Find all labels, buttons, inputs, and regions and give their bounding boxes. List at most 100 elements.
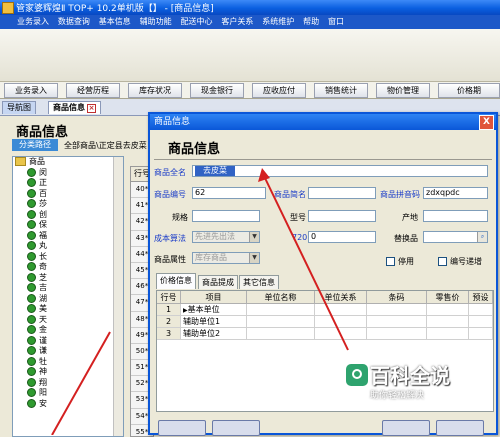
tree-node[interactable]: 芝 <box>13 272 123 284</box>
menu-item-maintenance[interactable]: 系统维护 <box>259 15 297 28</box>
col-header-preset: 预设 <box>469 291 493 304</box>
nav-button-entry[interactable]: 业务录入 <box>4 83 58 98</box>
tab-price-info[interactable]: 价格信息 <box>156 273 196 289</box>
tree-scrollbar[interactable] <box>113 157 123 436</box>
node-icon <box>27 335 36 345</box>
row-retail-price[interactable] <box>427 316 469 328</box>
spec-field[interactable] <box>192 210 260 222</box>
node-icon <box>27 178 36 187</box>
row-barcode[interactable] <box>367 304 427 316</box>
menu-item-basic-info[interactable]: 基本信息 <box>96 15 134 28</box>
nav-button-price-mgmt[interactable]: 物价管理 <box>376 83 430 98</box>
menu-item-help[interactable]: 帮助 <box>300 15 322 28</box>
tree-node[interactable]: 闵 <box>13 167 123 179</box>
menu-item-window[interactable]: 窗口 <box>325 15 347 28</box>
nav-button-stock[interactable]: 库存状况 <box>128 83 182 98</box>
row-preset[interactable] <box>469 328 493 340</box>
category-path-button[interactable]: 分类路径 <box>12 139 58 151</box>
tree-node[interactable]: 谨 <box>13 335 123 347</box>
close-icon[interactable]: X <box>479 115 494 130</box>
menu-item-aux[interactable]: 辅助功能 <box>137 15 175 28</box>
nav-button-price-period[interactable]: 价格期 <box>438 83 500 98</box>
row-item[interactable]: ▶基本单位 <box>181 304 247 316</box>
tree-node[interactable]: 莎 <box>13 199 123 210</box>
tree-node[interactable]: 阳 <box>13 388 123 399</box>
code-field[interactable]: 62 <box>192 187 266 199</box>
tree-root[interactable]: 商品 <box>13 157 123 168</box>
row-retail-price[interactable] <box>427 328 469 340</box>
row-barcode[interactable] <box>367 328 427 340</box>
tab-navigation-map[interactable]: 导航图 <box>2 101 36 114</box>
row-unit-name[interactable] <box>247 304 315 316</box>
row-unit-name[interactable] <box>247 328 315 340</box>
tree-node-label: 芝 <box>39 272 47 282</box>
tree-node-label: 莎 <box>39 199 47 208</box>
node-icon <box>27 346 36 355</box>
row-item[interactable]: 辅助单位2 <box>181 328 247 340</box>
code-lock-checkbox[interactable] <box>438 257 447 266</box>
tree-node[interactable]: 翔 <box>13 377 123 389</box>
nav-button-cash[interactable]: 现金银行 <box>190 83 244 98</box>
tree-node-label: 保 <box>39 220 47 229</box>
pinyin-field[interactable]: zdxqpdc <box>423 187 488 199</box>
col-header-unit-relation: 单位关系 <box>315 291 367 304</box>
tree-root-label: 商品 <box>29 157 45 166</box>
field-720-input[interactable]: 0 <box>308 231 376 243</box>
tree-node[interactable]: 牡 <box>13 356 123 368</box>
dialog-button-4[interactable] <box>436 420 484 436</box>
tree-node-label: 正 <box>39 178 47 187</box>
dialog-button-2[interactable] <box>212 420 260 436</box>
nav-button-ar-ap[interactable]: 应收应付 <box>252 83 306 98</box>
tree-node[interactable]: 创 <box>13 209 123 221</box>
col-header-unit-name: 单位名称 <box>247 291 315 304</box>
tree-node[interactable]: 奇 <box>13 262 123 273</box>
tree-node[interactable]: 谦 <box>13 346 123 357</box>
row-item[interactable]: 辅助单位1 <box>181 316 247 328</box>
nav-button-sales-stats[interactable]: 销售统计 <box>314 83 368 98</box>
tree-node[interactable]: 金 <box>13 325 123 336</box>
row-unit-relation[interactable] <box>315 316 367 328</box>
substitute-field[interactable]: ⌕ <box>423 231 488 243</box>
tree-node[interactable]: 天 <box>13 314 123 326</box>
tab-product-info[interactable]: 商品信息 × <box>48 101 101 114</box>
tree-node[interactable]: 神 <box>13 367 123 378</box>
tree-node[interactable]: 保 <box>13 220 123 231</box>
tab-commission[interactable]: 商品提成 <box>198 275 238 289</box>
menu-item-distribution[interactable]: 配送中心 <box>178 15 216 28</box>
row-unit-name[interactable] <box>247 316 315 328</box>
dialog-button-1[interactable] <box>158 420 206 436</box>
model-field[interactable] <box>308 210 376 222</box>
row-unit-relation[interactable] <box>315 328 367 340</box>
menu-item-entry[interactable]: 业务录入 <box>14 15 52 28</box>
tab-close-icon[interactable]: × <box>87 104 96 113</box>
row-barcode[interactable] <box>367 316 427 328</box>
row-preset[interactable] <box>469 304 493 316</box>
cost-method-select[interactable]: 先进先出法 ▼ <box>192 231 260 243</box>
dialog-button-3[interactable] <box>382 420 430 436</box>
menu-item-query[interactable]: 数据查询 <box>55 15 93 28</box>
tree-node[interactable]: 吉 <box>13 283 123 294</box>
origin-field[interactable] <box>423 210 488 222</box>
tab-other-info[interactable]: 其它信息 <box>239 275 279 289</box>
menu-item-crm[interactable]: 客户关系 <box>218 15 256 28</box>
full-name-field[interactable]: 去皮菜 <box>192 165 488 177</box>
row-preset[interactable] <box>469 316 493 328</box>
disable-checkbox[interactable] <box>386 257 395 266</box>
short-name-field[interactable] <box>308 187 376 199</box>
tree-node[interactable]: 正 <box>13 178 123 189</box>
row-unit-relation[interactable] <box>315 304 367 316</box>
tree-node[interactable]: 美 <box>13 304 123 315</box>
tree-node[interactable]: 福 <box>13 230 123 242</box>
row-retail-price[interactable] <box>427 304 469 316</box>
node-icon <box>27 283 36 292</box>
tree-node[interactable]: 百 <box>13 188 123 200</box>
label-origin: 产地 <box>402 213 418 222</box>
nav-button-history[interactable]: 经营历程 <box>66 83 120 98</box>
tree-node[interactable]: 长 <box>13 251 123 263</box>
tree-node[interactable]: 湖 <box>13 293 123 305</box>
attribute-select[interactable]: 库存商品 ▼ <box>192 252 260 264</box>
search-icon[interactable]: ⌕ <box>477 232 487 242</box>
tree-node[interactable]: 安 <box>13 398 123 410</box>
category-tree[interactable]: 商品闵正百莎创保福丸长奇芝吉湖美天金谨谦牡神翔阳安 <box>12 156 124 437</box>
tree-node[interactable]: 丸 <box>13 241 123 252</box>
